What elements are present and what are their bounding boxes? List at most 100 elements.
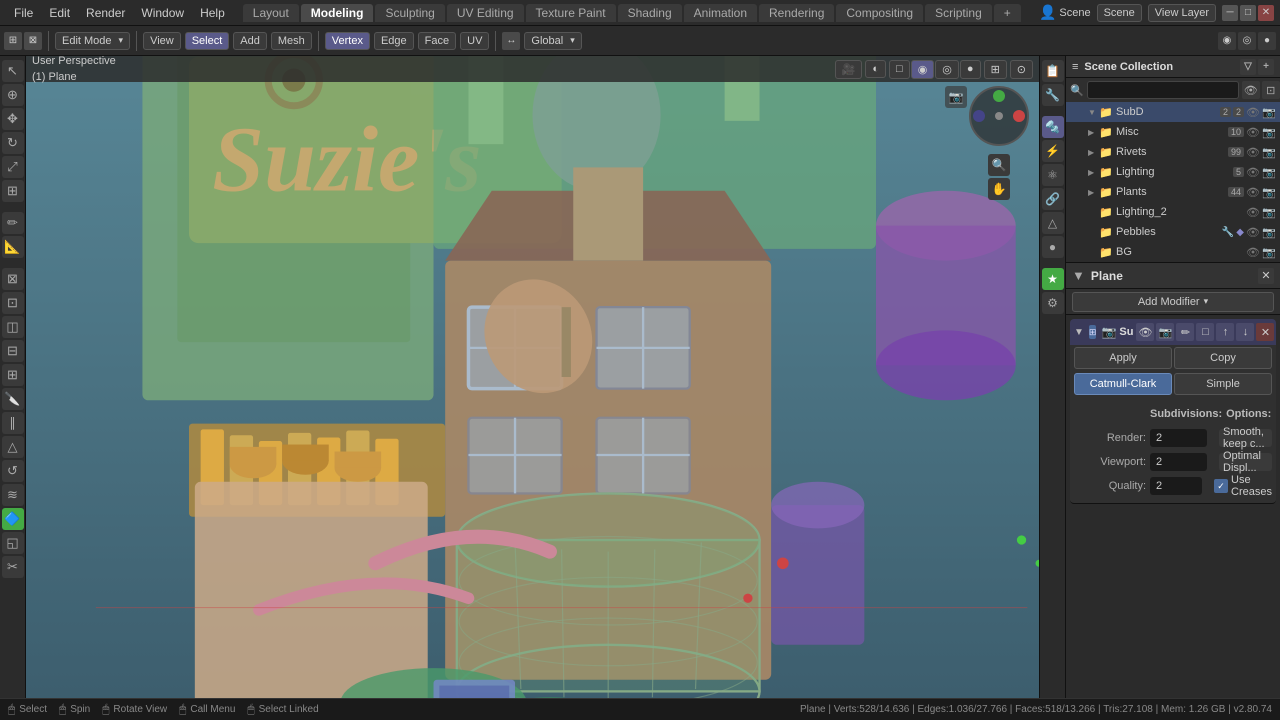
outliner-icon[interactable]: 📋 [1042, 60, 1064, 82]
view-btn[interactable]: View [143, 32, 181, 50]
scene-selector[interactable]: Scene [1097, 4, 1142, 22]
tab-add[interactable]: + [994, 4, 1021, 22]
tool-cursor[interactable]: ⊕ [2, 84, 24, 106]
tool-inset[interactable]: ⊡ [2, 292, 24, 314]
outliner-item-lighting[interactable]: ▶ 📁 Lighting 5 👁 📷 [1066, 162, 1280, 182]
vertex-btn[interactable]: Vertex [325, 32, 370, 50]
outliner-item-rivets[interactable]: ▶ 📁 Rivets 99 👁 📷 [1066, 142, 1280, 162]
tool-bisect[interactable]: ∥ [2, 412, 24, 434]
smooth-dropdown[interactable]: Smooth, keep c... [1219, 429, 1272, 447]
tool-move[interactable]: ✥ [2, 108, 24, 130]
tab-rendering[interactable]: Rendering [759, 4, 834, 22]
shading-render-btn[interactable]: ● [1258, 32, 1276, 50]
menu-render[interactable]: Render [78, 4, 133, 22]
close-btn[interactable]: ✕ [1258, 5, 1274, 21]
minimize-btn[interactable]: ─ [1222, 5, 1238, 21]
viewport[interactable]: Suzie's [26, 56, 1039, 698]
tool-annotate[interactable]: ✏ [2, 212, 24, 234]
hand-btn[interactable]: ✋ [988, 178, 1010, 200]
tab-compositing[interactable]: Compositing [836, 4, 923, 22]
plants-visibility[interactable]: 👁 [1246, 186, 1260, 199]
new-collection-btn[interactable]: + [1258, 59, 1274, 75]
filter-btn[interactable]: ▽ [1240, 59, 1256, 75]
tool-loop-cut[interactable]: ⊟ [2, 340, 24, 362]
menu-window[interactable]: Window [133, 4, 192, 22]
tool-smooth[interactable]: ≋ [2, 484, 24, 506]
misc-visibility[interactable]: 👁 [1246, 126, 1260, 139]
optimal-dropdown[interactable]: Optimal Displ... [1219, 453, 1272, 471]
shading-solid-btn[interactable]: ◉ [911, 60, 935, 79]
mesh-btn[interactable]: Mesh [271, 32, 312, 50]
tab-shading[interactable]: Shading [618, 4, 682, 22]
lighting2-visibility[interactable]: 👁 [1246, 206, 1260, 219]
tab-sculpting[interactable]: Sculpting [375, 4, 444, 22]
subd-render[interactable]: 📷 [1262, 106, 1276, 119]
active-tool-icon[interactable]: ★ [1042, 268, 1064, 290]
view-layer-selector[interactable]: View Layer [1148, 4, 1216, 22]
menu-edit[interactable]: Edit [41, 4, 78, 22]
shading-material-btn[interactable]: ◎ [1238, 32, 1256, 50]
tab-texture-paint[interactable]: Texture Paint [526, 4, 616, 22]
mod-cage-btn[interactable]: □ [1196, 323, 1214, 341]
mod-realtime-btn[interactable]: 👁 [1136, 323, 1154, 341]
orientation-gizmo[interactable] [969, 86, 1029, 146]
tab-animation[interactable]: Animation [684, 4, 757, 22]
apply-btn[interactable]: Apply [1074, 347, 1172, 369]
tab-scripting[interactable]: Scripting [925, 4, 992, 22]
simple-btn[interactable]: Simple [1174, 373, 1272, 395]
gizmo-btn[interactable]: ⊙ [1010, 60, 1033, 79]
lighting-render[interactable]: 📷 [1262, 166, 1276, 179]
tool-transform[interactable]: ⊞ [2, 180, 24, 202]
modifier-icon-active[interactable]: 🔩 [1042, 116, 1064, 138]
filter-select-btn[interactable]: ⊡ [1262, 81, 1280, 99]
lighting-visibility[interactable]: 👁 [1246, 166, 1260, 179]
add-modifier-btn[interactable]: Add Modifier ▾ [1072, 292, 1274, 312]
tool-measure[interactable]: 📐 [2, 236, 24, 258]
pebbles-visibility[interactable]: 👁 [1246, 226, 1260, 239]
pebbles-render[interactable]: 📷 [1262, 226, 1276, 239]
tool-rotate[interactable]: ↻ [2, 132, 24, 154]
tool-spin[interactable]: ↺ [2, 460, 24, 482]
shading-wireframe-btn[interactable]: □ [889, 60, 910, 79]
tab-layout[interactable]: Layout [243, 4, 299, 22]
edge-btn[interactable]: Edge [374, 32, 414, 50]
overlay-btn[interactable]: ⊞ [984, 60, 1007, 79]
plants-render[interactable]: 📷 [1262, 186, 1276, 199]
face-btn[interactable]: Face [418, 32, 456, 50]
shading-solid-btn[interactable]: ◉ [1218, 32, 1236, 50]
properties-icon[interactable]: 🔧 [1042, 84, 1064, 106]
modifier-card-header[interactable]: ▼ ⊞ 📷 Su 👁 📷 ✏ □ [1070, 319, 1276, 345]
subd-visibility[interactable]: 👁 [1246, 106, 1260, 119]
outliner-item-pebbles[interactable]: 📁 Pebbles 🔧 ◆ 👁 📷 [1066, 222, 1280, 242]
tool-poly-build[interactable]: △ [2, 436, 24, 458]
viewport-camera-btn[interactable]: 🎥 [835, 60, 863, 79]
select-btn[interactable]: Select [185, 32, 230, 50]
material-icon[interactable]: ● [1042, 236, 1064, 258]
viewport-value[interactable]: 2 [1150, 453, 1207, 471]
viewport-render-mode[interactable]: ◐ [865, 60, 886, 78]
mod-render-btn[interactable]: 📷 [1156, 323, 1174, 341]
filter-visibility-btn[interactable]: 👁 [1242, 81, 1260, 99]
outliner-item-bg[interactable]: 📁 BG 👁 📷 [1066, 242, 1280, 262]
tool-select[interactable]: ↖ [2, 60, 24, 82]
menu-file[interactable]: File [6, 4, 41, 22]
copy-btn[interactable]: Copy [1174, 347, 1272, 369]
particles-icon[interactable]: ⚡ [1042, 140, 1064, 162]
transform-dropdown[interactable]: Global ▾ [524, 32, 581, 50]
zoom-in-btn[interactable]: 🔍 [988, 154, 1010, 176]
camera-persp-btn[interactable]: 📷 [945, 86, 967, 108]
mod-delete-btn[interactable]: ✕ [1256, 323, 1274, 341]
tool-settings-icon[interactable]: ⚙ [1042, 292, 1064, 314]
shading-rendered-btn[interactable]: ● [960, 60, 981, 79]
shading-lookdev-btn[interactable]: ◎ [935, 60, 959, 79]
quality-value[interactable]: 2 [1150, 477, 1202, 495]
menu-help[interactable]: Help [192, 4, 233, 22]
use-creases-checkbox[interactable]: ✓ [1214, 479, 1228, 493]
mod-down-btn[interactable]: ↓ [1236, 323, 1254, 341]
add-btn[interactable]: Add [233, 32, 267, 50]
search-input[interactable] [1087, 81, 1239, 99]
outliner-item-lighting2[interactable]: 📁 Lighting_2 👁 📷 [1066, 202, 1280, 222]
tool-active[interactable]: 🔷 [2, 508, 24, 530]
tool-icon-2[interactable]: ⊠ [24, 32, 42, 50]
outliner-item-misc[interactable]: ▶ 📁 Misc 10 👁 📷 [1066, 122, 1280, 142]
